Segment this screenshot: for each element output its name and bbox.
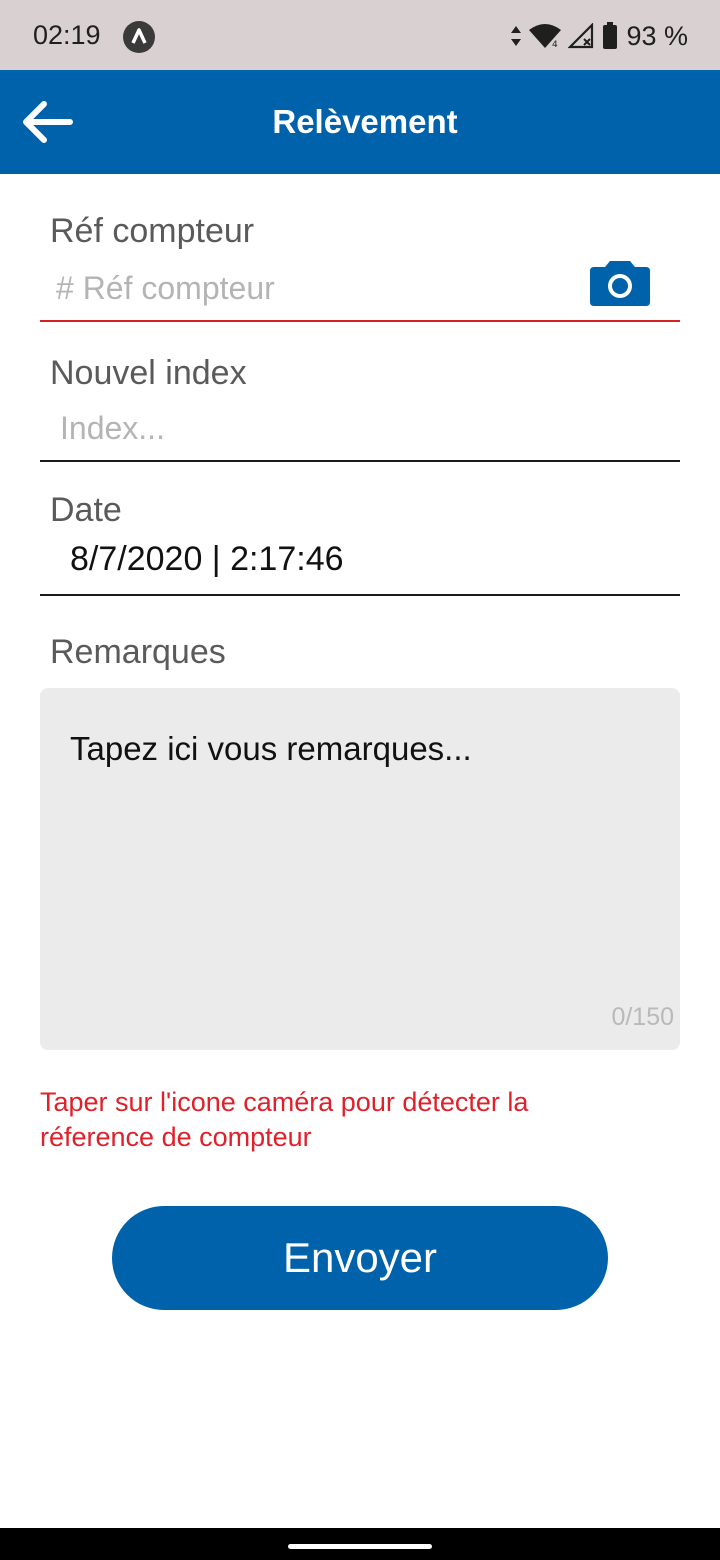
nouvel-index-underline	[40, 460, 680, 462]
camera-icon	[590, 261, 650, 306]
status-icons: 4 93 %	[510, 18, 688, 54]
status-bar: 02:19 4 93 %	[0, 0, 720, 70]
status-time: 02:19	[33, 20, 101, 50]
app-bar: Relèvement	[0, 70, 720, 174]
camera-button[interactable]	[588, 258, 652, 308]
remarques-textarea[interactable]: Tapez ici vous remarques... 0/150	[40, 688, 680, 1050]
remarques-text: Tapez ici vous remarques...	[70, 730, 472, 767]
app-notification-icon	[123, 21, 155, 53]
data-arrows-icon	[511, 26, 522, 46]
ref-compteur-underline	[40, 320, 680, 322]
remarques-label: Remarques	[50, 633, 226, 671]
date-field[interactable]: 8/7/2020 | 2:17:46	[70, 540, 344, 579]
battery-icon	[603, 22, 618, 49]
page-title: Relèvement	[272, 103, 458, 140]
character-counter: 0/150	[611, 1003, 674, 1031]
envoyer-button[interactable]: Envoyer	[112, 1206, 608, 1310]
nouvel-index-label: Nouvel index	[50, 354, 247, 392]
ref-compteur-label: Réf compteur	[50, 212, 255, 250]
date-underline	[40, 594, 680, 596]
battery-percentage: 93 %	[626, 20, 688, 51]
nouvel-index-input[interactable]	[40, 408, 700, 448]
navigation-bar	[0, 1528, 720, 1560]
svg-text:4: 4	[552, 40, 558, 49]
wifi-icon: 4	[529, 24, 562, 49]
date-label: Date	[50, 491, 122, 529]
cell-signal-icon	[568, 23, 594, 49]
home-gesture-handle[interactable]	[288, 1544, 432, 1549]
camera-hint-text: Taper sur l'icone caméra pour détecter l…	[40, 1087, 529, 1152]
ref-compteur-input[interactable]	[40, 268, 596, 308]
